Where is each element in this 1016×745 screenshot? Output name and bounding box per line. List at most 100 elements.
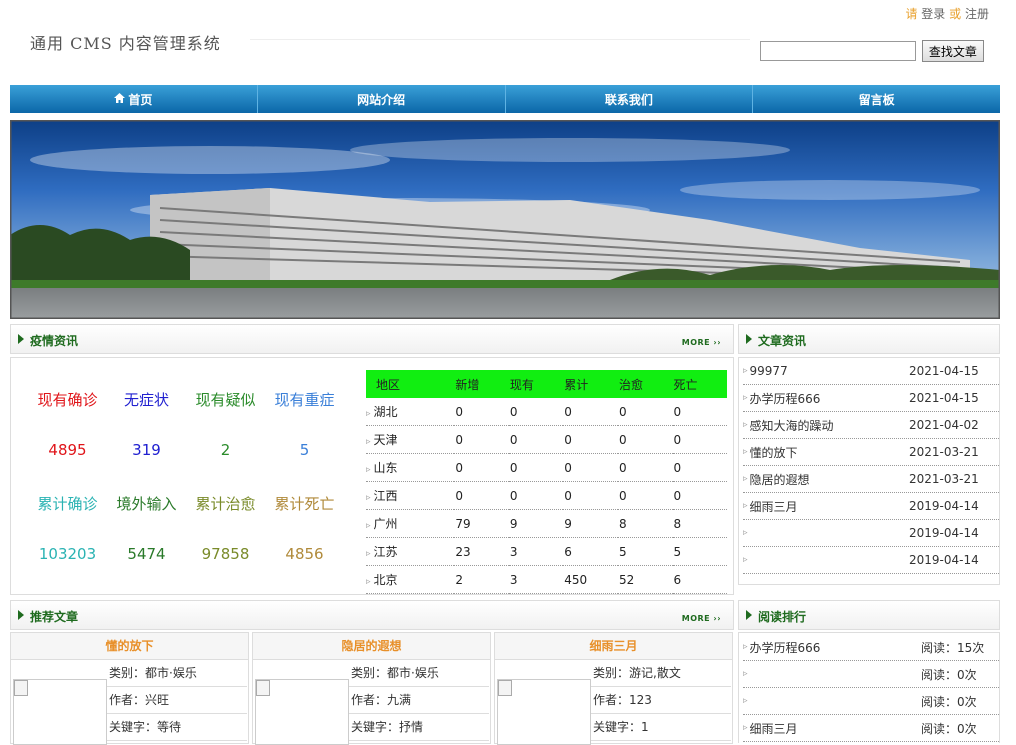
cell: 0 [672, 453, 727, 482]
article-card[interactable]: 隐居的遐想 类别：都市·娱乐 作者：九满 关键字：抒情 [252, 632, 491, 745]
recommended-title: 推荐文章 [30, 610, 79, 624]
article-title[interactable]: 办学历程666 [750, 390, 909, 407]
articles-title: 文章资讯 [758, 334, 807, 348]
nav-item-home[interactable]: 首页 [10, 85, 258, 113]
broken-image-icon [498, 680, 512, 696]
list-item[interactable]: 办学历程666阅读：15次 [743, 634, 999, 661]
card-title[interactable]: 隐居的遐想 [253, 633, 490, 660]
article-title[interactable]: 懂的放下 [750, 444, 909, 461]
stat-value: 4895 [48, 441, 87, 459]
list-item[interactable]: 办学历程6662021-04-15 [743, 385, 999, 412]
list-item[interactable]: 感知大海的躁动2021-04-02 [743, 412, 999, 439]
article-card[interactable]: 细雨三月 类别：游记,散文 作者：123 关键字：1 [494, 632, 733, 745]
nav-item-contact[interactable]: 联系我们 [506, 85, 754, 113]
ranking-reads: 阅读：0次 [921, 667, 977, 682]
cell: 3 [508, 537, 564, 566]
article-date: 2019-04-14 [909, 499, 979, 513]
ranking-title-text[interactable]: 办学历程666 [750, 639, 921, 656]
col-header: 治愈 [618, 370, 673, 398]
cell: 北京 [366, 565, 455, 594]
list-item[interactable]: 细雨三月2019-04-14 [743, 493, 999, 520]
auth-or: 或 [949, 7, 962, 21]
col-header: 地区 [366, 370, 455, 398]
cell: 0 [563, 481, 619, 510]
home-icon [114, 92, 126, 106]
card-category: 类别：都市·娱乐 [107, 660, 247, 687]
region-table-header: 地区 新增 现有 累计 治愈 死亡 [366, 370, 727, 398]
card-author: 作者：兴旺 [107, 687, 247, 714]
card-thumbnail[interactable] [13, 679, 107, 745]
stat-value: 4856 [285, 545, 324, 563]
article-title[interactable]: 感知大海的躁动 [750, 417, 909, 434]
card-title[interactable]: 细雨三月 [495, 633, 732, 660]
stat-value: 5 [299, 441, 310, 459]
section-bullet-icon [746, 334, 752, 344]
cell: 52 [618, 565, 673, 594]
stat-value: 319 [132, 441, 161, 459]
list-item[interactable]: 2019-04-14 [743, 547, 999, 574]
cell: 0 [563, 453, 619, 482]
list-item[interactable]: 阅读：0次 [743, 688, 999, 715]
cell: 2 [454, 565, 509, 594]
cell: 0 [508, 425, 564, 454]
ranking-title-text[interactable]: 细雨三月 [750, 720, 921, 737]
banner-image [10, 120, 1000, 319]
recommended-more-link[interactable]: MORE ›› [682, 614, 721, 623]
card-thumbnail[interactable] [255, 679, 349, 745]
epidemic-title: 疫情资讯 [30, 334, 79, 348]
cell: 8 [672, 509, 727, 538]
ranking-reads: 阅读：15次 [921, 640, 985, 655]
cell: 0 [618, 453, 673, 482]
cell: 0 [618, 398, 673, 426]
list-item[interactable]: 隐居的遐想2021-03-21 [743, 466, 999, 493]
card-keywords: 关键字：1 [591, 714, 731, 741]
table-row: 江苏233655 [366, 537, 727, 566]
cell: 0 [618, 481, 673, 510]
cell: 6 [672, 565, 727, 594]
article-title[interactable]: 细雨三月 [750, 498, 909, 515]
cell: 0 [508, 481, 564, 510]
cell: 3 [508, 565, 564, 594]
section-bullet-icon [18, 610, 24, 620]
col-header: 累计 [563, 370, 619, 398]
article-title[interactable]: 99977 [750, 364, 909, 378]
article-card[interactable]: 懂的放下 类别：都市·娱乐 作者：兴旺 关键字：等待 [10, 632, 249, 745]
stat-label: 现有确诊 [37, 391, 98, 409]
list-item[interactable]: 999772021-04-15 [743, 358, 999, 385]
cell: 0 [563, 425, 619, 454]
cell: 6 [563, 537, 619, 566]
list-item[interactable]: 懂的放下2021-03-21 [743, 439, 999, 466]
card-thumbnail[interactable] [497, 679, 591, 745]
cell: 江西 [366, 481, 455, 510]
cell: 9 [563, 509, 619, 538]
card-category: 类别：都市·娱乐 [349, 660, 489, 687]
ranking-title: 阅读排行 [758, 610, 807, 624]
list-item[interactable]: 2019-04-14 [743, 520, 999, 547]
cell: 0 [672, 481, 727, 510]
list-item[interactable]: 细雨三月阅读：0次 [743, 715, 999, 742]
stat-label: 现有疑似 [195, 391, 256, 409]
stat-label: 累计死亡 [274, 495, 335, 513]
table-row: 北京23450526 [366, 565, 727, 594]
article-date: 2021-04-02 [909, 418, 979, 432]
card-author: 作者：九满 [349, 687, 489, 714]
cell: 23 [454, 537, 509, 566]
article-title[interactable]: 隐居的遐想 [750, 471, 909, 488]
search-button[interactable]: 查找文章 [921, 40, 984, 62]
cell: 0 [672, 398, 727, 426]
list-item[interactable]: 阅读：0次 [743, 661, 999, 688]
card-title[interactable]: 懂的放下 [11, 633, 248, 660]
card-category: 类别：游记,散文 [591, 660, 731, 687]
stat-label: 累计治愈 [195, 495, 256, 513]
articles-header: 文章资讯 [738, 324, 1000, 354]
nav-item-guestbook[interactable]: 留言板 [753, 85, 1000, 113]
login-link[interactable]: 登录 [921, 7, 945, 21]
site-title: 通用 CMS 内容管理系统 [30, 34, 221, 53]
table-row: 山东00000 [366, 453, 727, 482]
register-link[interactable]: 注册 [965, 7, 989, 21]
search-input[interactable] [760, 41, 916, 61]
cell: 0 [508, 398, 564, 426]
epidemic-more-link[interactable]: MORE ›› [682, 338, 721, 347]
nav-item-about[interactable]: 网站介绍 [258, 85, 506, 113]
ranking-reads: 阅读：0次 [921, 721, 977, 736]
